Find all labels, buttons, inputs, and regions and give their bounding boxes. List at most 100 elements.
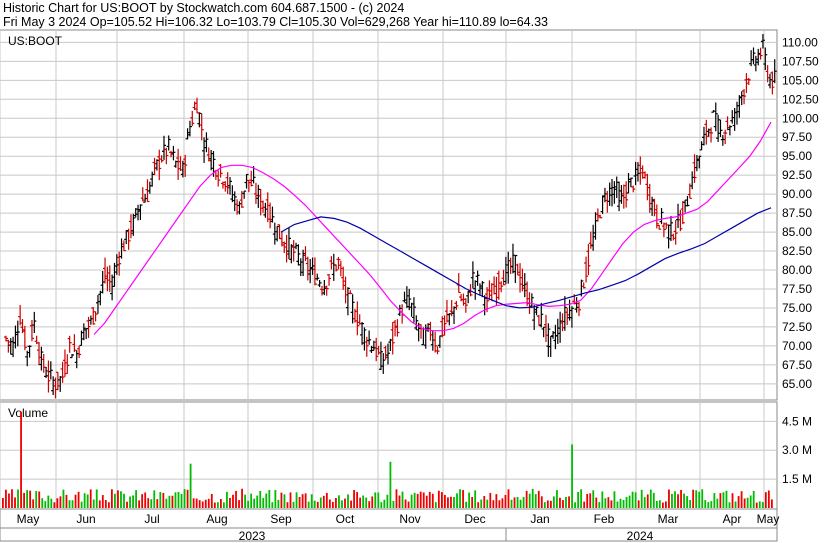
month-label: Dec [464, 512, 485, 526]
volume-bar [398, 495, 401, 508]
volume-bar [192, 498, 195, 508]
price-tick-label: 110.00 [782, 35, 818, 49]
volume-bar [492, 500, 495, 508]
volume-bar [534, 494, 537, 508]
volume-bar [268, 489, 271, 508]
volume-bar [171, 495, 174, 508]
volume-bar [241, 488, 243, 508]
volume-bar [377, 492, 380, 508]
volume-bar [770, 499, 773, 508]
volume-bar [253, 498, 256, 508]
month-label: Aug [206, 512, 227, 526]
price-tick-label: 75.00 [782, 301, 812, 315]
volume-bar [198, 500, 201, 508]
volume-tick-label: 4.5 M [782, 414, 812, 428]
volume-bar [431, 493, 434, 508]
volume-bar [695, 490, 698, 508]
volume-bar [634, 492, 637, 508]
volume-bar [580, 489, 583, 508]
volume-bar [655, 500, 658, 508]
volume-bar [8, 493, 10, 508]
month-label: Oct [336, 512, 355, 526]
volume-bar [586, 493, 589, 508]
volume-bar [213, 502, 216, 508]
volume-bar [156, 499, 159, 508]
volume-bar [755, 502, 758, 508]
volume-bar [631, 491, 634, 508]
volume-bar [23, 492, 25, 508]
volume-bar [83, 493, 86, 508]
volume-bar [277, 499, 280, 508]
volume-bar [565, 496, 567, 508]
volume-bar [256, 495, 259, 508]
volume-bar [453, 497, 455, 508]
volume-bar [707, 502, 710, 508]
volume-bar [313, 500, 316, 508]
volume-bar [144, 492, 147, 508]
volume-bar [416, 493, 419, 508]
volume-bar [613, 491, 616, 508]
volume-bar [752, 490, 755, 508]
month-label: Sep [270, 512, 292, 526]
volume-label: Volume [8, 406, 48, 420]
volume-bar [380, 502, 383, 508]
volume-bar [165, 498, 168, 508]
volume-bar [68, 500, 71, 508]
volume-bar [713, 493, 716, 508]
volume-bar [616, 501, 619, 508]
volume-bar [135, 490, 138, 508]
volume-bar [592, 490, 595, 508]
volume-bar [365, 497, 368, 508]
volume-bar [362, 495, 365, 508]
volume-bar [407, 501, 410, 508]
volume-bar [123, 493, 125, 508]
volume-bar [425, 495, 428, 508]
volume-bar [428, 491, 431, 508]
volume-bar [229, 497, 231, 508]
price-tick-label: 77.50 [782, 282, 812, 296]
volume-bar [661, 502, 664, 508]
volume-bar [477, 502, 480, 508]
volume-bar [562, 500, 564, 508]
volume-bar [410, 494, 413, 508]
volume-bar [486, 499, 489, 508]
stock-chart: Historic Chart for US:BOOT by Stockwatch… [0, 0, 830, 543]
volume-bar [129, 496, 131, 508]
volume-bar [528, 493, 531, 508]
volume-bar [764, 492, 767, 508]
volume-bar [383, 499, 386, 508]
volume-bar [92, 499, 95, 508]
volume-bar [686, 496, 689, 508]
volume-bar [450, 496, 452, 508]
volume-bar [456, 493, 458, 508]
volume-tick-label: 1.5 M [782, 472, 812, 486]
volume-bar [419, 491, 422, 508]
month-label: Jan [530, 512, 549, 526]
volume-bar [89, 489, 92, 508]
volume-bar [434, 502, 437, 508]
volume-bar [47, 495, 50, 508]
price-tick-label: 97.50 [782, 130, 812, 144]
volume-bar [677, 494, 679, 508]
price-tick-label: 70.00 [782, 339, 812, 353]
volume-bar [341, 500, 343, 508]
volume-bar [153, 490, 156, 508]
volume-bar [262, 498, 265, 508]
volume-bar [289, 492, 292, 508]
volume-bar [17, 489, 19, 508]
volume-bar [489, 492, 492, 508]
volume-bar [126, 501, 128, 508]
price-tick-label: 80.00 [782, 263, 812, 277]
volume-bar [471, 497, 474, 508]
month-label: May [757, 512, 780, 526]
volume-bar [101, 495, 104, 508]
volume-bar [716, 498, 719, 508]
volume-bar [480, 499, 483, 508]
volume-bar [519, 499, 522, 508]
month-label: May [17, 512, 40, 526]
volume-bar [710, 501, 713, 508]
volume-bar [465, 501, 467, 508]
volume-bar [368, 501, 371, 508]
month-label: Apr [723, 512, 742, 526]
volume-bar [495, 494, 498, 508]
